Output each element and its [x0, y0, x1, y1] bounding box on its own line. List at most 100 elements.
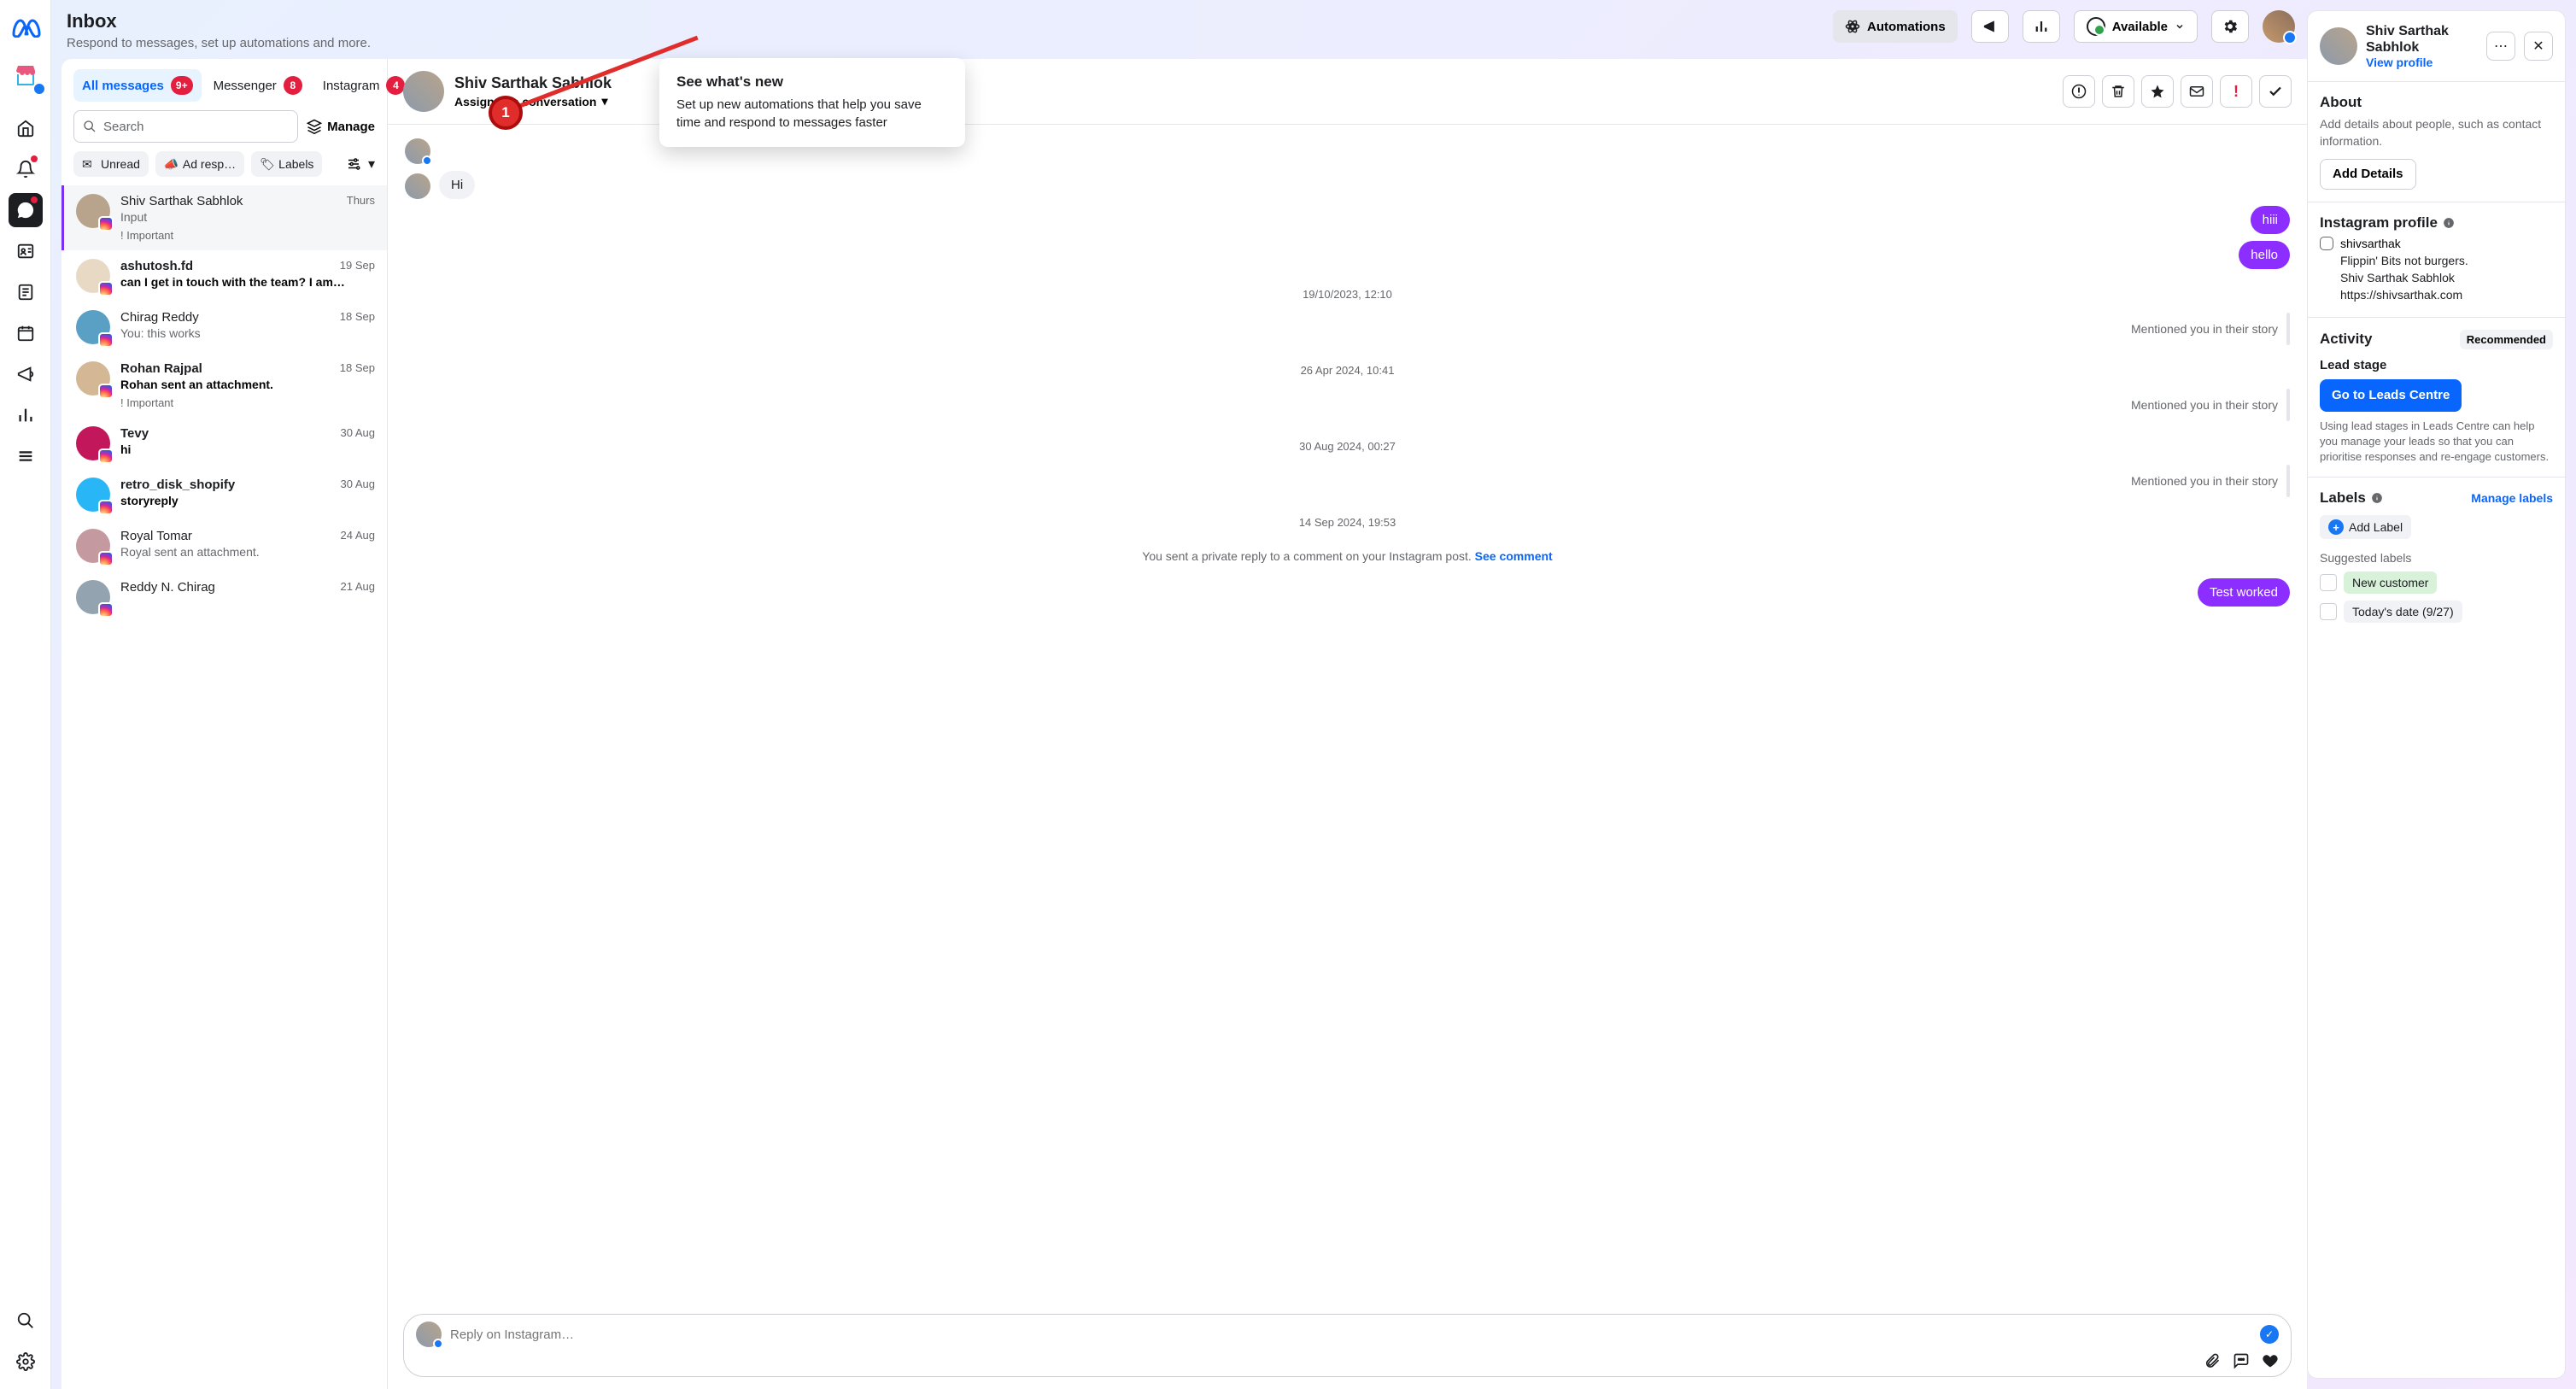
availability-dropdown[interactable]: Available [2074, 10, 2198, 43]
about-desc: Add details about people, such as contac… [2320, 116, 2553, 149]
nav-home[interactable] [9, 111, 43, 145]
composer-avatar [416, 1322, 442, 1347]
search-input[interactable]: Search [73, 110, 298, 143]
topbar: Inbox Respond to messages, set up automa… [61, 10, 2307, 59]
suggested-labels-title: Suggested labels [2320, 551, 2553, 565]
more-options-button[interactable]: ⋯ [2486, 32, 2515, 61]
manage-labels-link[interactable]: Manage labels [2471, 491, 2553, 505]
attachment-button[interactable] [2204, 1352, 2221, 1369]
chat-pane: Shiv Sarthak Sabhlok Assign this convers… [388, 59, 2307, 1389]
nav-planner[interactable] [9, 316, 43, 350]
story-mention-notice[interactable]: Mentioned you in their story [405, 313, 2290, 345]
meta-logo-icon[interactable] [9, 10, 43, 44]
view-profile-link[interactable]: View profile [2366, 56, 2478, 69]
conversation-pane: All messages 9+ Messenger 8 Instagram 4 … [61, 59, 388, 1389]
page-title: Inbox [67, 10, 371, 32]
important-button[interactable]: ! [2220, 75, 2252, 108]
delete-button[interactable] [2102, 75, 2134, 108]
conversation-time: 18 Sep [340, 310, 375, 325]
insights-button[interactable] [2023, 10, 2060, 43]
filter-unread[interactable]: ✉Unread [73, 151, 149, 177]
saved-replies-button[interactable] [2233, 1352, 2250, 1369]
filter-ad-responses[interactable]: 📣Ad resp… [155, 151, 244, 177]
conversation-avatar [76, 194, 110, 228]
tab-all-messages[interactable]: All messages 9+ [73, 69, 202, 102]
popover-body: Set up new automations that help you sav… [676, 96, 948, 132]
conversation-tag: ! Important [120, 396, 375, 409]
suggested-label-row[interactable]: New customer [2320, 571, 2553, 594]
message-sender-avatar [405, 173, 430, 199]
mail-button[interactable] [2181, 75, 2213, 108]
business-switcher-icon[interactable] [9, 58, 43, 92]
instagram-badge-icon [98, 281, 114, 296]
done-button[interactable] [2259, 75, 2292, 108]
conversation-item[interactable]: Rohan Rajpal 18 Sep Rohan sent an attach… [61, 353, 387, 418]
nav-ads[interactable] [9, 357, 43, 391]
conversation-item[interactable]: Reddy N. Chirag 21 Aug [61, 571, 387, 623]
ig-handle[interactable]: shivsarthak [2320, 237, 2553, 250]
leads-centre-button[interactable]: Go to Leads Centre [2320, 379, 2462, 412]
automations-label: Automations [1867, 20, 1946, 34]
conversation-item[interactable]: Royal Tomar 24 Aug Royal sent an attachm… [61, 520, 387, 571]
nav-contacts[interactable] [9, 234, 43, 268]
search-icon [83, 120, 97, 133]
checkbox[interactable] [2320, 603, 2337, 620]
message-composer: ✓ [403, 1314, 2292, 1377]
system-message: You sent a private reply to a comment on… [405, 549, 2290, 563]
nav-notifications[interactable] [9, 152, 43, 186]
nav-search[interactable] [9, 1304, 43, 1338]
channel-tabs: All messages 9+ Messenger 8 Instagram 4 … [61, 59, 387, 110]
story-mention-notice[interactable]: Mentioned you in their story [405, 389, 2290, 421]
settings-button[interactable] [2211, 10, 2249, 43]
spam-button[interactable] [2063, 75, 2095, 108]
close-panel-button[interactable]: ✕ [2524, 32, 2553, 61]
nav-settings[interactable] [9, 1345, 43, 1379]
conversation-name: retro_disk_shopify [120, 478, 235, 492]
story-mention-notice[interactable]: Mentioned you in their story [405, 465, 2290, 497]
conversation-avatar [76, 310, 110, 344]
status-dot-icon [2087, 17, 2105, 36]
tab-messenger[interactable]: Messenger 8 [205, 69, 311, 102]
tab-label: All messages [82, 79, 164, 93]
like-button[interactable] [2262, 1352, 2279, 1369]
activity-title: Activity [2320, 331, 2372, 348]
nav-menu[interactable] [9, 439, 43, 473]
filter-options[interactable]: ▾ [346, 155, 375, 173]
ig-website[interactable]: https://shivsarthak.com [2320, 288, 2553, 302]
nav-content[interactable] [9, 275, 43, 309]
megaphone-button[interactable] [1971, 10, 2009, 43]
status-label: Available [2112, 20, 2168, 34]
popover-title: See what's new [676, 73, 948, 91]
instagram-badge-icon [98, 384, 114, 399]
conversation-name: Reddy N. Chirag [120, 580, 215, 595]
conversation-item[interactable]: Tevy 30 Aug hi [61, 418, 387, 469]
conversation-item[interactable]: ashutosh.fd 19 Sep can I get in touch wi… [61, 250, 387, 302]
instagram-profile-title: Instagram profile [2320, 214, 2553, 232]
label-chip: Today's date (9/27) [2344, 601, 2462, 623]
conversation-tag: ! Important [120, 229, 375, 242]
conversation-name: Chirag Reddy [120, 310, 199, 325]
nav-insights[interactable] [9, 398, 43, 432]
send-check-icon[interactable]: ✓ [2260, 1325, 2279, 1344]
suggested-label-row[interactable]: Today's date (9/27) [2320, 601, 2553, 623]
see-comment-link[interactable]: See comment [1475, 549, 1553, 563]
manage-button[interactable]: Manage [307, 119, 375, 134]
conversation-item[interactable]: retro_disk_shopify 30 Aug storyreply [61, 469, 387, 520]
checkbox[interactable] [2320, 574, 2337, 591]
filter-labels[interactable]: 🏷Labels [251, 151, 322, 177]
nav-inbox[interactable] [9, 193, 43, 227]
add-label-button[interactable]: +Add Label [2320, 515, 2411, 539]
tab-badge: 9+ [171, 76, 193, 95]
conversation-item[interactable]: Chirag Reddy 18 Sep You: this works [61, 302, 387, 353]
chat-timestamp: 26 Apr 2024, 10:41 [405, 364, 2290, 377]
add-details-button[interactable]: Add Details [2320, 159, 2416, 190]
composer-input[interactable] [450, 1327, 2251, 1342]
chat-contact-avatar[interactable] [403, 71, 444, 112]
nav-rail [0, 0, 51, 1389]
account-avatar[interactable] [2263, 10, 2295, 43]
star-button[interactable] [2141, 75, 2174, 108]
automations-button[interactable]: Automations [1833, 10, 1958, 43]
contact-avatar[interactable] [2320, 27, 2357, 65]
megaphone-icon: 📣 [164, 157, 178, 172]
conversation-item[interactable]: Shiv Sarthak Sabhlok Thurs Input ! Impor… [61, 185, 387, 250]
